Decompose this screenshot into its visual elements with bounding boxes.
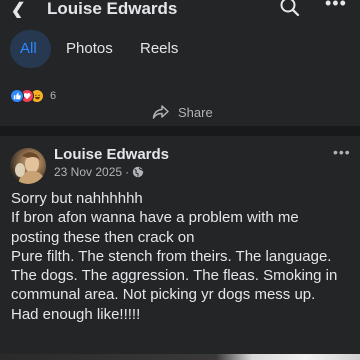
post-text: Sorry but nahhhhhh If bron afon wanna ha… xyxy=(11,189,356,324)
like-icon xyxy=(10,89,24,103)
more-horizontal-icon[interactable]: ••• xyxy=(325,0,347,14)
post-line: posting these then crack on xyxy=(11,228,195,246)
share-button[interactable]: Share xyxy=(152,104,213,120)
reaction-count: 6 xyxy=(50,90,57,102)
post-date[interactable]: 23 Nov 2025 xyxy=(54,165,122,179)
globe-icon xyxy=(132,166,144,178)
top-bar: ❮ Louise Edwards ••• xyxy=(0,0,360,22)
post-line: If bron afon wanna have a problem with m… xyxy=(11,209,299,227)
tab-photos[interactable]: Photos xyxy=(66,40,113,57)
post-line: Sorry but nahhhhhh xyxy=(11,190,143,207)
profile-filter-area: All Photos Reels 6 Share xyxy=(0,18,360,126)
search-icon[interactable] xyxy=(279,0,301,17)
post-line: Had enough like!!!!! xyxy=(11,305,141,323)
tab-all[interactable]: All xyxy=(10,30,51,68)
share-label: Share xyxy=(178,104,213,120)
post-line: communal area. Not picking yr dogs mess … xyxy=(11,286,316,304)
tab-reels[interactable]: Reels xyxy=(140,40,178,57)
page-title: Louise Edwards xyxy=(47,0,178,18)
post-card: Louise Edwards 23 Nov 2025 · ••• Sorry b… xyxy=(0,136,360,360)
post-options-button[interactable]: ••• xyxy=(333,144,351,160)
avatar[interactable] xyxy=(10,148,46,184)
section-divider xyxy=(0,126,360,136)
post-line: The dogs. The aggression. The fleas. Smo… xyxy=(11,267,338,285)
post-photo[interactable] xyxy=(0,354,360,360)
meta-separator: · xyxy=(125,165,130,179)
reaction-summary[interactable]: 6 xyxy=(10,89,56,103)
post-meta: 23 Nov 2025 · xyxy=(54,165,144,179)
share-icon xyxy=(152,105,169,119)
post-author-name[interactable]: Louise Edwards xyxy=(54,146,169,163)
post-line: Pure filth. The stench from theirs. The … xyxy=(11,247,332,265)
tab-all-label: All xyxy=(20,40,37,57)
